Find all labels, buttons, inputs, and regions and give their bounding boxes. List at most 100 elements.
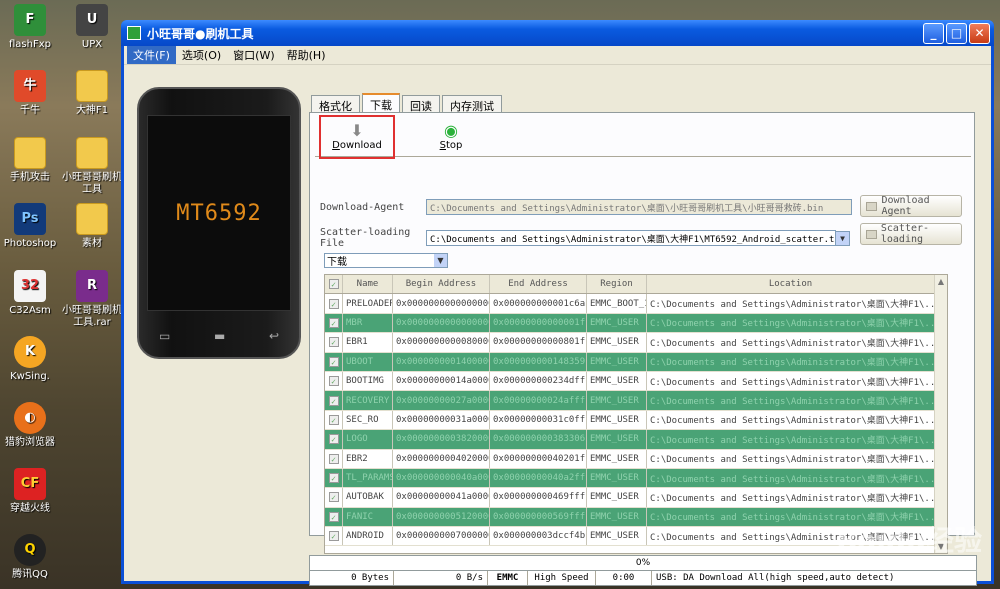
desktop-icon-flash-tool-folder[interactable]: 小旺哥哥刷机工具 [62, 137, 122, 196]
header-begin-address[interactable]: Begin Address [393, 275, 490, 294]
cell-begin-address: 0x0000000000000000 [393, 313, 490, 333]
status-storage: EMMC [488, 571, 528, 585]
table-row[interactable]: ✓ UBOOT 0x0000000001400000 0x00000000014835… [325, 352, 947, 372]
checkmark-icon: ✓ [328, 298, 339, 309]
table-body: ✓ PRELOADER 0x0000000000000000 0x0000000000… [325, 294, 947, 547]
maximize-button[interactable]: □ [946, 22, 967, 44]
menu-options[interactable]: 选项(O) [176, 46, 227, 64]
row-checkbox[interactable]: ✓ [325, 352, 343, 371]
header-end-address[interactable]: End Address [490, 275, 587, 294]
cell-location: C:\Documents and Settings\Administrator\… [647, 449, 935, 468]
select-all-checkbox[interactable]: ✓ [325, 275, 343, 294]
stop-button[interactable]: ◉ Stop [413, 115, 489, 159]
cell-region: EMMC_USER [587, 352, 647, 371]
row-checkbox[interactable]: ✓ [325, 333, 343, 352]
title-bar[interactable]: 小旺哥哥●刷机工具 _ □ ✕ [121, 20, 994, 46]
qianniu-icon: 牛 [14, 70, 46, 102]
cell-begin-address: 0x0000000005120000 [393, 507, 490, 527]
header-name[interactable]: Name [343, 275, 393, 294]
table-row[interactable]: ✓ SEC_RO 0x00000000031a0000 0x00000000031c0… [325, 410, 947, 431]
phone-screen: MT6592 [147, 115, 291, 311]
close-button[interactable]: ✕ [969, 22, 990, 44]
row-checkbox[interactable]: ✓ [325, 488, 343, 507]
row-checkbox[interactable]: ✓ [325, 391, 343, 410]
cell-end-address: 0x00000000031c0fff [490, 410, 587, 430]
table-row[interactable]: ✓ PRELOADER 0x0000000000000000 0x0000000000… [325, 294, 947, 314]
table-row[interactable]: ✓ MBR 0x0000000000000000 0x00000000000001ff… [325, 313, 947, 334]
desktop-icon-qianniu[interactable]: 牛 千牛 [0, 70, 60, 117]
row-checkbox[interactable]: ✓ [325, 507, 343, 527]
table-row[interactable]: ✓ RECOVERY 0x00000000027a0000 0x00000000024… [325, 391, 947, 411]
menu-file[interactable]: 文件(F) [127, 46, 176, 64]
cell-location: C:\Documents and Settings\Administrator\… [647, 333, 935, 352]
table-row[interactable]: ✓ EBR2 0x0000000004020000 0x00000000040201f… [325, 449, 947, 469]
desktop-icon-crossfire[interactable]: CF 穿越火线 [0, 468, 60, 515]
minimize-button[interactable]: _ [923, 22, 944, 44]
desktop-icon-qq[interactable]: Q 腾讯QQ [0, 534, 60, 581]
kwsing-icon: K [14, 336, 46, 368]
folder-icon [14, 137, 46, 169]
chevron-down-icon: ▼ [836, 231, 849, 245]
desktop-icon-cheetah-browser[interactable]: ◐ 猎豹浏览器 [0, 402, 60, 449]
checkmark-icon: ✓ [328, 492, 339, 503]
back-key-icon: ↩ [268, 329, 279, 343]
row-checkbox[interactable]: ✓ [325, 313, 343, 333]
desktop-icon-c32asm[interactable]: 32 C32Asm [0, 270, 60, 317]
table-row[interactable]: ✓ AUTOBAK 0x00000000041a0000 0x000000000469… [325, 488, 947, 508]
toolbar: ⬇ Download ◉ Stop [315, 114, 971, 159]
row-checkbox[interactable]: ✓ [325, 410, 343, 430]
menu-window[interactable]: 窗口(W) [227, 46, 280, 64]
row-checkbox[interactable]: ✓ [325, 294, 343, 313]
desktop-icon-photoshop[interactable]: Ps Photoshop [0, 203, 60, 250]
table-row[interactable]: ✓ LOGO 0x0000000003820000 0x000000000383306… [325, 430, 947, 450]
cell-name: TL_PARAMS [343, 468, 393, 488]
table-row[interactable]: ✓ BOOTIMG 0x00000000014a0000 0x000000000234… [325, 371, 947, 392]
header-location[interactable]: Location [647, 275, 935, 294]
scatter-path-field[interactable]: C:\Documents and Settings\Administrator\… [426, 230, 836, 246]
desktop-icon-flashfxp[interactable]: F flashFxp [0, 4, 60, 51]
checkmark-icon: ✓ [328, 317, 339, 328]
row-checkbox[interactable]: ✓ [325, 449, 343, 468]
upx-icon: U [76, 4, 108, 36]
menu-key-icon: ▭ [159, 329, 171, 343]
row-checkbox[interactable]: ✓ [325, 527, 343, 546]
scroll-up-icon[interactable]: ▲ [935, 275, 947, 288]
cell-location: C:\Documents and Settings\Administrator\… [647, 468, 935, 488]
download-agent-button[interactable]: Download Agent [860, 195, 962, 217]
row-checkbox[interactable]: ✓ [325, 430, 343, 449]
row-checkbox[interactable]: ✓ [325, 371, 343, 391]
scatter-dropdown-button[interactable]: ▼ [836, 230, 850, 246]
phone-illustration: MT6592 ▭ ▬ ↩ [137, 87, 301, 359]
cell-end-address: 0x000000000234dfff [490, 371, 587, 391]
scatter-loading-button[interactable]: Scatter-loading [860, 223, 962, 245]
table-row[interactable]: ✓ EBR1 0x0000000000080000 0x00000000000801f… [325, 333, 947, 353]
table-scrollbar[interactable]: ▲ ▼ [934, 275, 947, 553]
download-button[interactable]: ⬇ Download [319, 114, 395, 159]
cell-begin-address: 0x0000000001400000 [393, 352, 490, 371]
desktop-icon-kwsing[interactable]: K KwSing. [0, 336, 60, 383]
flash-tool-window: 小旺哥哥●刷机工具 _ □ ✕ 文件(F) 选项(O) 窗口(W) 帮助(H) … [121, 20, 994, 586]
scatter-row: Scatter-loading File C:\Documents and Se… [320, 227, 850, 249]
download-tab-panel: ⬇ Download ◉ Stop Download-Agent C:\Docu… [309, 112, 975, 554]
cell-name: MBR [343, 313, 393, 333]
desktop-icon-rar[interactable]: R 小旺哥哥刷机工具.rar [62, 270, 122, 329]
mode-select[interactable]: 下载 ▼ [324, 253, 448, 268]
cell-end-address: 0x000000000469ffff [490, 488, 587, 507]
cell-name: ANDROID [343, 527, 393, 546]
checkmark-icon: ✓ [328, 434, 339, 445]
row-checkbox[interactable]: ✓ [325, 468, 343, 488]
download-agent-path[interactable]: C:\Documents and Settings\Administrator\… [426, 199, 852, 215]
cell-begin-address: 0x00000000027a0000 [393, 391, 490, 410]
cell-region: EMMC_USER [587, 527, 647, 546]
cell-region: EMMC_USER [587, 333, 647, 352]
menu-help[interactable]: 帮助(H) [281, 46, 332, 64]
cell-end-address: 0x00000000040a2fff [490, 468, 587, 488]
desktop-icon-sucai[interactable]: 素材 [62, 203, 122, 250]
desktop-icon-phone-attack[interactable]: 手机攻击 [0, 137, 60, 184]
cell-name: FANIC [343, 507, 393, 527]
desktop-icon-dashen-folder[interactable]: 大神F1 [62, 70, 122, 117]
table-row[interactable]: ✓ TL_PARAMS 0x000000000040a0000 0x000000000… [325, 468, 947, 489]
desktop-icon-upx[interactable]: U UPX [62, 4, 122, 51]
header-region[interactable]: Region [587, 275, 647, 294]
flashfxp-icon: F [14, 4, 46, 36]
